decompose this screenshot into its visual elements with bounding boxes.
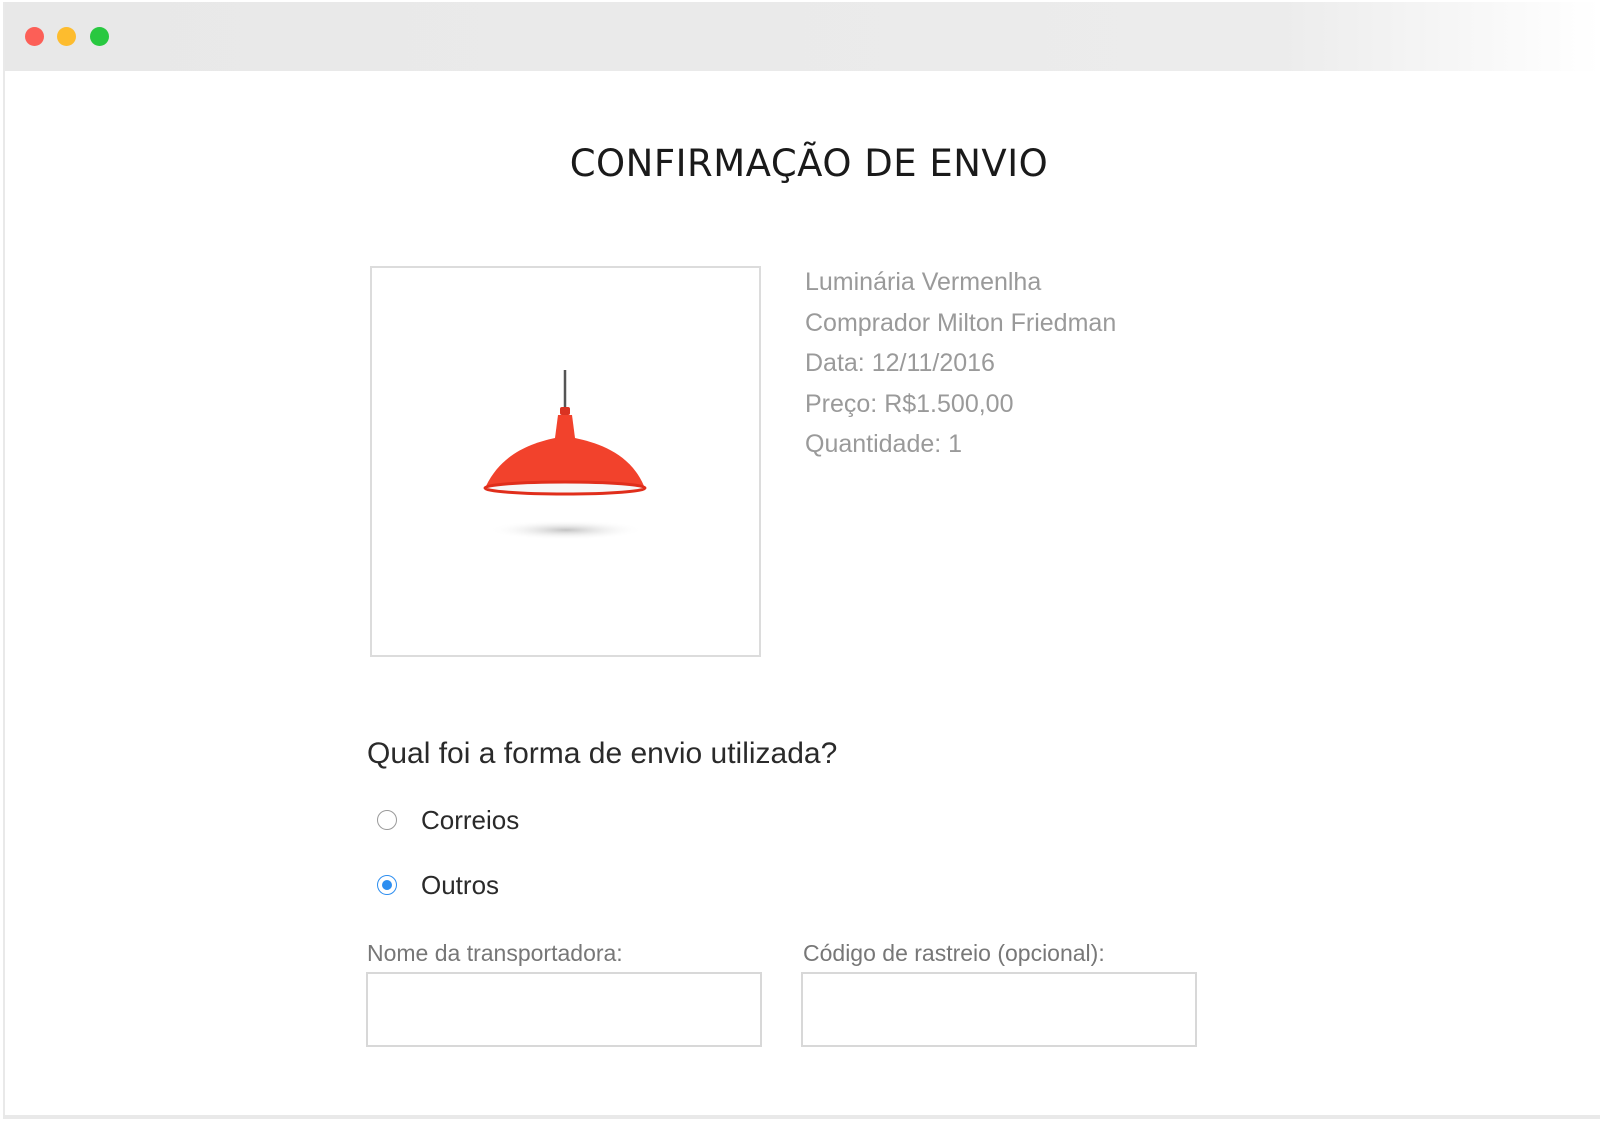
- tracking-code-input[interactable]: [801, 972, 1197, 1047]
- maximize-window-button[interactable]: [90, 27, 109, 46]
- carrier-name-input[interactable]: [366, 972, 762, 1047]
- close-window-button[interactable]: [25, 27, 44, 46]
- browser-window: CONFIRMAÇÃO DE ENVIO Luminária Vermenlha…: [3, 2, 1600, 1119]
- radio-option-outros[interactable]: Outros: [377, 870, 499, 900]
- radio-label-outros[interactable]: Outros: [421, 870, 499, 901]
- product-details: Luminária Vermenlha Comprador Milton Fri…: [805, 262, 1116, 465]
- product-name: Luminária Vermenlha: [805, 268, 1042, 296]
- radio-label-correios[interactable]: Correios: [421, 805, 519, 836]
- product-buyer: Comprador Milton Friedman: [805, 308, 1117, 337]
- product-date: Data: 12/11/2016: [805, 349, 995, 377]
- window-titlebar: [5, 2, 1600, 71]
- page-title: CONFIRMAÇÃO DE ENVIO: [569, 142, 1049, 185]
- tracking-code-label: Código de rastreio (opcional):: [803, 940, 1105, 966]
- minimize-window-button[interactable]: [57, 27, 76, 46]
- radio-button-outros[interactable]: [377, 875, 397, 895]
- product-image-frame: [370, 266, 761, 657]
- radio-button-correios[interactable]: [377, 810, 397, 830]
- product-quantity: Quantidade: 1: [805, 430, 963, 458]
- red-pendant-lamp-icon: [483, 370, 647, 540]
- shipping-question: Qual foi a forma de envio utilizada?: [367, 737, 838, 770]
- product-price: Preço: R$1.500,00: [805, 389, 1014, 418]
- radio-option-correios[interactable]: Correios: [377, 805, 519, 835]
- carrier-name-label: Nome da transportadora:: [367, 940, 623, 966]
